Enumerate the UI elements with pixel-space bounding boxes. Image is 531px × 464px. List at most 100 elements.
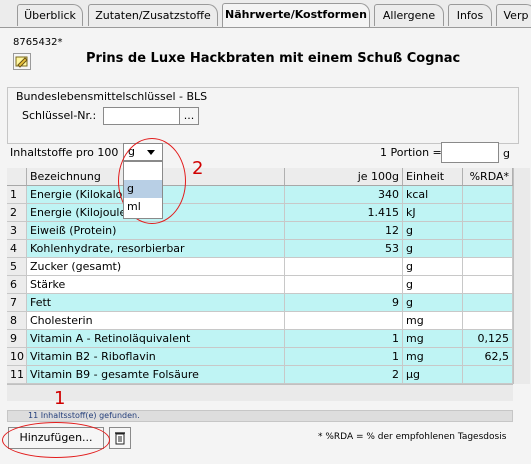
cell-index: 9 (7, 330, 27, 348)
edit-button[interactable] (13, 53, 31, 70)
cell-value: 1.415 (285, 204, 403, 222)
cell-value: 2 (285, 366, 403, 384)
table-row[interactable]: 5 Zucker (gesamt) g (7, 258, 513, 276)
cell-unit: g (403, 240, 463, 258)
cell-name: Eiweiß (Protein) (27, 222, 285, 240)
cell-unit: g (403, 294, 463, 312)
header-index (7, 168, 27, 185)
cell-rda (463, 258, 513, 276)
unit-option-ml[interactable]: ml (124, 198, 162, 216)
cell-unit: µg (403, 366, 463, 384)
cell-name: Fett (27, 294, 285, 312)
rda-footnote: * %RDA = % der empfohlenen Tagesdosis (318, 432, 507, 442)
tab-bar: Überblick Zutaten/Zusatzstoffe Nährwerte… (0, 0, 531, 28)
table-header: Bezeichnung je 100g Einheit %RDA* (7, 168, 513, 186)
cell-rda (463, 186, 513, 204)
table-row[interactable]: 10 Vitamin B2 - Riboflavin 1 mg 62,5 (7, 348, 513, 366)
cell-index: 8 (7, 312, 27, 330)
cell-index: 2 (7, 204, 27, 222)
cell-unit: kJ (403, 204, 463, 222)
header-je100g[interactable]: je 100g (285, 168, 403, 185)
cell-value: 1 (285, 348, 403, 366)
table-row[interactable]: 2 Energie (Kilojoule) 1.415 kJ (7, 204, 513, 222)
bls-group-title: Bundeslebensmittelschlüssel - BLS (16, 90, 208, 103)
cell-name: Vitamin B9 - gesamte Folsäure (27, 366, 285, 384)
table-row[interactable]: 1 Energie (Kilokalorien) 340 kcal (7, 186, 513, 204)
unit-dropdown: g ml (123, 161, 163, 219)
portion-input[interactable] (441, 142, 499, 163)
cell-unit: kcal (403, 186, 463, 204)
cell-value (285, 258, 403, 276)
naehrwerte-panel: 8765432* Prins de Luxe Hackbraten mit ei… (0, 27, 531, 464)
cell-index: 11 (7, 366, 27, 384)
cell-index: 1 (7, 186, 27, 204)
cell-rda: 62,5 (463, 348, 513, 366)
unit-option-empty[interactable] (124, 162, 162, 180)
cell-unit: g (403, 276, 463, 294)
article-number: 8765432* (13, 37, 63, 48)
portion-label: 1 Portion = (380, 146, 442, 159)
delete-button[interactable] (109, 427, 131, 449)
cell-index: 3 (7, 222, 27, 240)
cell-rda (463, 294, 513, 312)
cell-value (285, 276, 403, 294)
table-row[interactable]: 7 Fett 9 g (7, 294, 513, 312)
cell-unit: g (403, 222, 463, 240)
cell-unit: g (403, 258, 463, 276)
trash-icon (115, 432, 125, 445)
annotation-circle-add (2, 422, 110, 458)
cell-index: 10 (7, 348, 27, 366)
cell-name: Cholesterin (27, 312, 285, 330)
cell-rda (463, 204, 513, 222)
tab-verpackung[interactable]: Verp (496, 4, 531, 26)
cell-index: 6 (7, 276, 27, 294)
cell-index: 5 (7, 258, 27, 276)
portion-unit: g (503, 147, 510, 160)
cell-value (285, 312, 403, 330)
cell-unit: mg (403, 330, 463, 348)
cell-name: Vitamin A - Retinoläquivalent (27, 330, 285, 348)
bls-key-label: Schlüssel-Nr.: (22, 109, 97, 122)
horizontal-scrollbar[interactable] (7, 384, 513, 401)
cell-value: 1 (285, 330, 403, 348)
table-row[interactable]: 4 Kohlenhydrate, resorbierbar 53 g (7, 240, 513, 258)
cell-name: Kohlenhydrate, resorbierbar (27, 240, 285, 258)
tab-allergene[interactable]: Allergene (374, 4, 444, 26)
table-row[interactable]: 11 Vitamin B9 - gesamte Folsäure 2 µg (7, 366, 513, 384)
table-row[interactable]: 3 Eiweiß (Protein) 12 g (7, 222, 513, 240)
header-rda[interactable]: %RDA* (463, 168, 513, 185)
header-einheit[interactable]: Einheit (403, 168, 463, 185)
cell-value: 340 (285, 186, 403, 204)
cell-name: Vitamin B2 - Riboflavin (27, 348, 285, 366)
table-row[interactable]: 8 Cholesterin mg (7, 312, 513, 330)
cell-unit: mg (403, 348, 463, 366)
cell-value: 9 (285, 294, 403, 312)
tab-infos[interactable]: Infos (448, 4, 492, 26)
bls-group: Bundeslebensmittelschlüssel - BLS Schlüs… (7, 87, 519, 144)
status-text: 11 Inhaltsstoff(e) gefunden. (7, 410, 513, 422)
cell-value: 53 (285, 240, 403, 258)
vertical-scrollbar[interactable] (513, 168, 530, 384)
unit-option-g[interactable]: g (124, 180, 162, 198)
tab-ueberblick[interactable]: Überblick (17, 4, 83, 26)
cell-name: Zucker (gesamt) (27, 258, 285, 276)
cell-rda (463, 276, 513, 294)
annotation-number-two: 2 (192, 158, 204, 179)
per-unit-label: Inhaltstoffe pro 100 (10, 146, 119, 159)
cell-rda: 0,125 (463, 330, 513, 348)
cell-unit: mg (403, 312, 463, 330)
cell-rda (463, 240, 513, 258)
bls-key-input[interactable] (103, 107, 181, 125)
cell-rda (463, 366, 513, 384)
edit-icon (15, 56, 28, 68)
tab-naehrwerte[interactable]: Nährwerte/Kostformen (222, 3, 370, 27)
cell-index: 7 (7, 294, 27, 312)
table-row[interactable]: 6 Stärke g (7, 276, 513, 294)
tab-zutaten[interactable]: Zutaten/Zusatzstoffe (88, 4, 218, 26)
product-title: Prins de Luxe Hackbraten mit einem Schuß… (86, 51, 461, 66)
cell-name: Stärke (27, 276, 285, 294)
table-row[interactable]: 9 Vitamin A - Retinoläquivalent 1 mg 0,125 (7, 330, 513, 348)
cell-rda (463, 312, 513, 330)
bls-browse-button[interactable]: ... (179, 107, 199, 125)
nutrient-table: Bezeichnung je 100g Einheit %RDA* 1 Energ… (7, 168, 513, 384)
